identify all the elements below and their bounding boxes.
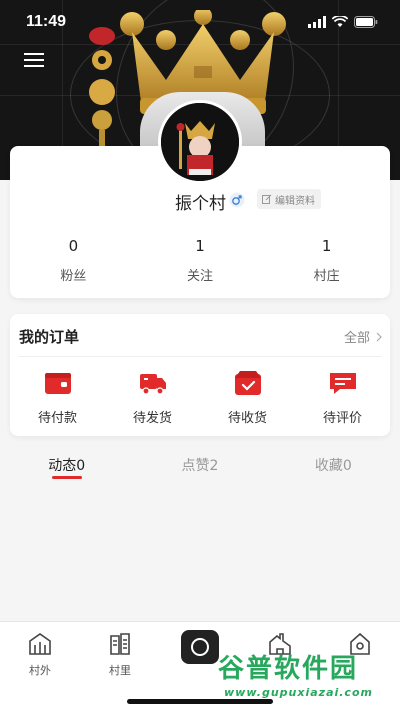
tab-favorites[interactable]: 收藏0 (267, 450, 400, 484)
order-label: 待发货 (132, 411, 172, 426)
order-pending-shipment[interactable]: 待发货 (105, 370, 200, 426)
stat-value: 1 (321, 237, 332, 255)
order-pending-receipt[interactable]: 待收货 (200, 370, 295, 426)
stat-following[interactable]: 1 关注 (137, 236, 264, 292)
status-bar: 11:49 (0, 0, 400, 44)
tab-label: 收藏0 (314, 458, 352, 474)
box-check-icon (234, 371, 261, 395)
divider (18, 356, 382, 357)
comment-icon (329, 373, 356, 394)
tab-label: 点赞2 (181, 458, 219, 474)
username: 振个村 (175, 194, 226, 214)
order-pending-payment[interactable]: 待付款 (10, 370, 105, 426)
male-gender-icon (229, 192, 245, 208)
status-time: 11:49 (26, 13, 67, 30)
edit-profile-button[interactable]: 编辑资料 (257, 189, 321, 209)
stat-villages[interactable]: 1 村庄 (263, 236, 390, 292)
status-icons (308, 16, 378, 28)
stat-value: 1 (195, 237, 205, 255)
active-tab-underline (51, 476, 82, 479)
order-label: 待评价 (322, 411, 362, 426)
nav-village-outside[interactable]: 村外 (0, 622, 80, 678)
profile-name-row: 振个村 编辑资料 (0, 188, 400, 214)
nav-label: 村外 (29, 664, 51, 677)
orders-card: 我的订单 全部 待付款 待发货 待收货 待评价 (10, 314, 390, 436)
tab-likes[interactable]: 点赞2 (133, 450, 266, 484)
village-outside-icon (29, 633, 51, 655)
stat-label: 关注 (187, 269, 214, 284)
nav-village-inside[interactable]: 村里 (80, 622, 160, 678)
wifi-icon (332, 16, 348, 27)
stat-label: 村庄 (313, 269, 340, 284)
edit-profile-label: 编辑资料 (275, 195, 315, 207)
stat-value: 0 (68, 237, 79, 255)
watermark-logo: 谷普软件园 (218, 654, 359, 684)
order-label: 待付款 (37, 411, 77, 426)
watermark-url: www.gupuxiazai.com (224, 686, 373, 699)
stat-label: 粉丝 (60, 269, 87, 284)
orders-title: 我的订单 (19, 328, 80, 346)
chevron-right-icon (376, 332, 382, 341)
edit-icon (262, 194, 272, 204)
order-pending-review[interactable]: 待评价 (295, 370, 390, 426)
tab-posts[interactable]: 动态0 (0, 450, 133, 484)
tab-label: 动态0 (48, 458, 86, 474)
avatar-mascot-icon (161, 103, 239, 181)
signal-icon (308, 16, 326, 28)
village-inside-icon (110, 633, 130, 655)
truck-icon (139, 374, 166, 395)
menu-icon[interactable] (24, 52, 44, 68)
battery-icon (354, 16, 378, 28)
wallet-icon (44, 373, 71, 394)
orders-all-label: 全部 (343, 331, 370, 346)
content-tabs: 动态0 点赞2 收藏0 (0, 450, 400, 484)
avatar[interactable] (158, 100, 242, 184)
orders-all-link[interactable]: 全部 (344, 327, 382, 346)
order-status-list: 待付款 待发货 待收货 待评价 (10, 370, 390, 426)
stat-followers[interactable]: 0 粉丝 (10, 236, 137, 292)
order-label: 待收货 (227, 411, 267, 426)
profile-stats: 0 粉丝 1 关注 1 村庄 (10, 236, 390, 292)
site-watermark: 谷普软件园 www.gupuxiazai.com (218, 648, 396, 704)
camera-circle-icon[interactable] (181, 630, 219, 664)
nav-label: 村里 (109, 664, 131, 677)
